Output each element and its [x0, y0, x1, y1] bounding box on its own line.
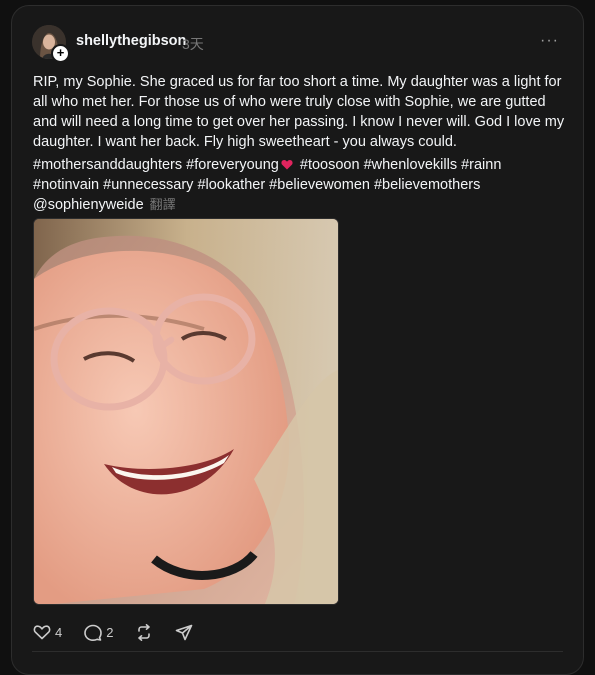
post-text: RIP, my Sophie. She graced us for far to…	[33, 74, 565, 150]
follow-plus-icon[interactable]: +	[51, 44, 70, 63]
hashtags-first[interactable]: #mothersanddaughters #foreveryoung	[33, 157, 279, 173]
translate-link[interactable]: 翻譯	[150, 197, 176, 212]
post-timestamp[interactable]: 3天	[182, 34, 204, 54]
heart-icon	[33, 625, 51, 640]
share-button[interactable]	[175, 624, 193, 641]
post-actions: 4 2	[33, 622, 215, 642]
repost-button[interactable]	[135, 623, 153, 641]
avatar[interactable]: +	[32, 25, 70, 63]
post-hashtags: #mothersanddaughters #foreveryoung #toos…	[33, 155, 569, 215]
send-icon	[176, 624, 193, 640]
comment-icon	[84, 624, 103, 641]
more-options-icon[interactable]: ···	[540, 32, 559, 50]
reply-count: 2	[106, 624, 114, 640]
post-photo[interactable]	[33, 218, 339, 605]
post-divider	[32, 651, 563, 652]
red-heart-icon	[281, 160, 293, 170]
username[interactable]: shellythegibson	[76, 33, 186, 49]
like-count: 4	[55, 624, 63, 640]
repost-icon	[138, 623, 151, 641]
smiling-girl-photo	[34, 219, 338, 604]
reply-button[interactable]: 2	[84, 624, 113, 641]
like-button[interactable]: 4	[33, 624, 62, 640]
thread-post-card: + shellythegibson 3天 ··· RIP, my Sophie.…	[11, 5, 584, 675]
